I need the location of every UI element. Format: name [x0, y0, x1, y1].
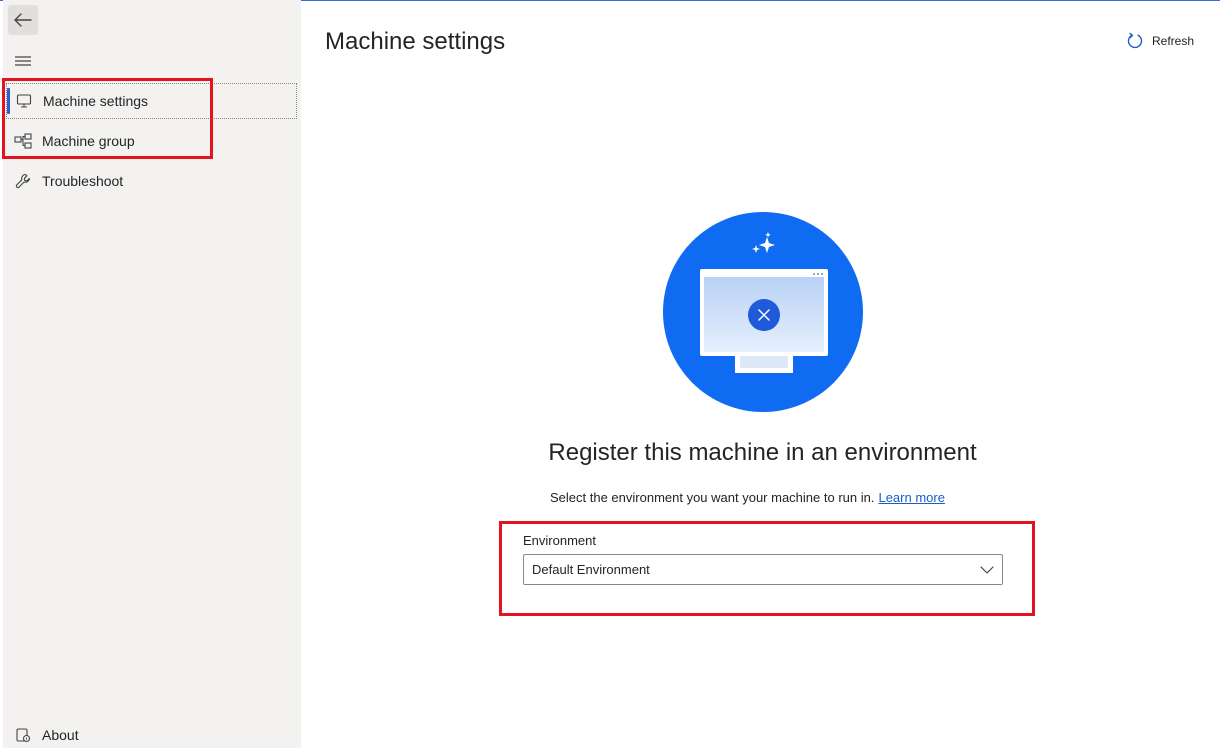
sidebar-item-troubleshoot[interactable]: Troubleshoot — [6, 163, 297, 199]
highlight-box-nav — [2, 78, 213, 159]
description-text: Select the environment you want your mac… — [550, 490, 875, 505]
menu-toggle-button[interactable] — [12, 50, 34, 72]
environment-selected-value: Default Environment — [532, 562, 650, 577]
hamburger-icon — [15, 56, 31, 66]
arrow-left-icon — [14, 13, 32, 27]
sidebar-item-label: Troubleshoot — [42, 173, 124, 189]
back-button[interactable] — [8, 5, 38, 35]
environment-label: Environment — [523, 533, 596, 548]
chevron-down-icon — [980, 565, 994, 574]
refresh-button[interactable]: Refresh — [1126, 32, 1194, 50]
register-description: Select the environment you want your mac… — [550, 490, 945, 505]
environment-dropdown[interactable]: Default Environment — [523, 554, 1003, 585]
register-heading: Register this machine in an environment — [548, 439, 977, 466]
monitor-error-illustration-icon — [663, 212, 863, 412]
machine-illustration — [662, 211, 864, 413]
refresh-label: Refresh — [1152, 34, 1195, 48]
page-title: Machine settings — [325, 28, 506, 55]
about-icon — [14, 726, 32, 744]
wrench-icon — [14, 172, 32, 190]
sidebar-item-about[interactable]: About — [6, 722, 297, 748]
sidebar-item-label: About — [42, 727, 79, 743]
learn-more-link[interactable]: Learn more — [878, 490, 944, 505]
refresh-icon — [1126, 32, 1144, 50]
